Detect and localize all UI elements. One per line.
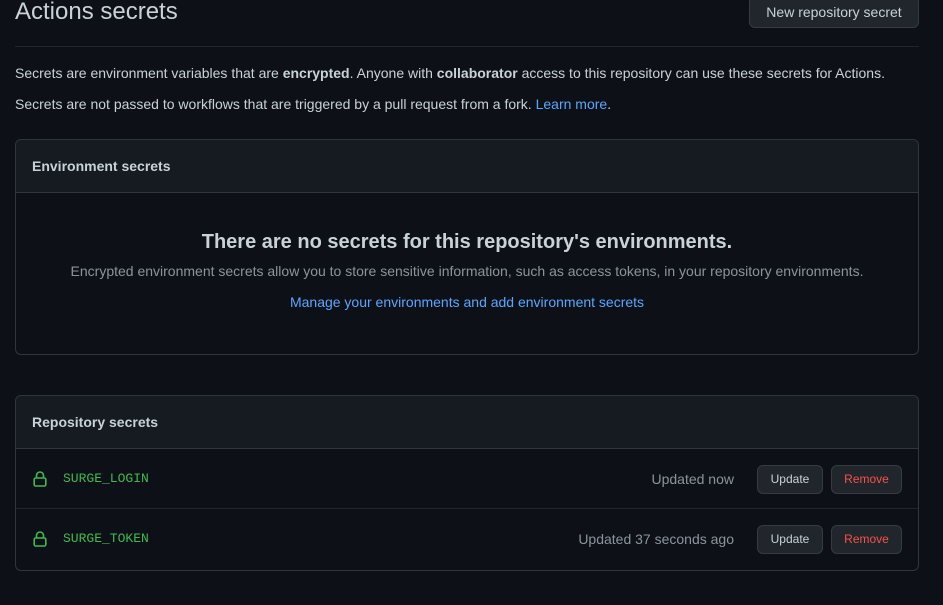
blankslate-title: There are no secrets for this repository… (201, 231, 733, 253)
repository-secrets-box: Repository secrets SURGE_LOGIN Updated n… (15, 395, 919, 571)
environment-secrets-box: Environment secrets There are no secrets… (15, 139, 919, 355)
environment-secrets-heading: Environment secrets (16, 140, 918, 193)
intro-text-part: . (607, 96, 612, 112)
lock-icon (33, 531, 47, 547)
manage-environments-link[interactable]: Manage your environments and add environ… (290, 294, 644, 310)
secret-updated-time: Updated 37 seconds ago (578, 531, 734, 547)
update-secret-button[interactable]: Update (757, 465, 823, 494)
blankslate-link-wrapper: Manage your environments and add environ… (16, 292, 918, 312)
blankslate-description: Encrypted environment secrets allow you … (70, 263, 864, 279)
new-repository-secret-button[interactable]: New repository secret (749, 0, 919, 28)
secret-row: SURGE_TOKEN Updated 37 seconds ago Updat… (16, 509, 918, 569)
intro-fork-text: Secrets are not passed to workflows that… (15, 94, 925, 114)
page-title: Actions secrets (15, 0, 178, 25)
update-secret-button[interactable]: Update (757, 525, 823, 554)
secret-name: SURGE_TOKEN (63, 531, 149, 546)
remove-secret-button[interactable]: Remove (831, 525, 902, 554)
actions-secrets-page: Actions secrets New repository secret Se… (0, 0, 943, 605)
repository-secrets-heading: Repository secrets (16, 396, 918, 449)
page-header: Actions secrets New repository secret (15, 0, 919, 47)
intro-text-part: Secrets are not passed to workflows that… (15, 96, 536, 112)
intro-text-part: access to this repository can use these … (517, 65, 885, 81)
intro-encrypted-text: Secrets are environment variables that a… (15, 63, 925, 83)
intro-text-part: Secrets are environment variables that a… (15, 65, 283, 81)
lock-icon (33, 471, 47, 487)
secret-updated-time: Updated now (651, 471, 734, 487)
intro-text-part: . Anyone with (349, 65, 437, 81)
secret-name: SURGE_LOGIN (63, 471, 149, 486)
secret-row: SURGE_LOGIN Updated now Update Remove (16, 449, 918, 509)
learn-more-link[interactable]: Learn more (536, 96, 608, 112)
intro-collaborator-emphasis: collaborator (436, 65, 518, 81)
remove-secret-button[interactable]: Remove (831, 465, 902, 494)
intro-encrypted-emphasis: encrypted (282, 65, 350, 81)
